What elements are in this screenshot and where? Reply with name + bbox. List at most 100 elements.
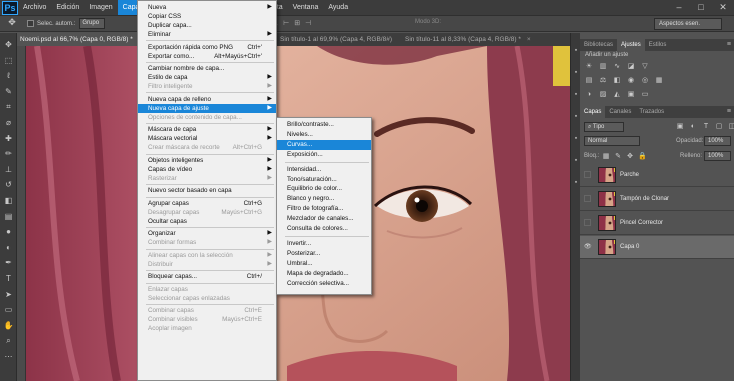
visibility-eye-icon[interactable] <box>584 195 591 202</box>
gradient-icon[interactable]: ▤ <box>3 211 14 222</box>
menu-item-organizar[interactable]: Organizar ▶ <box>138 229 276 238</box>
type-filter-icon[interactable]: T <box>702 123 710 131</box>
align-right-icon[interactable]: ⊣ <box>305 19 311 27</box>
move-tool-icon[interactable]: ✥ <box>3 17 21 30</box>
workspace-dropdown[interactable]: Aspectos esen. <box>654 18 722 30</box>
brightness-icon[interactable]: ☀ <box>585 63 593 71</box>
menu-item-bloquear-capas[interactable]: Bloquear capas... Ctrl+/ <box>138 272 276 281</box>
auto-select[interactable]: Selec. autom.: <box>27 20 75 27</box>
dodge-icon[interactable]: ◐ <box>3 242 14 253</box>
menu-item-copiar-css[interactable]: Copiar CSS <box>138 12 276 21</box>
adjustment-filter-icon[interactable]: ◐ <box>689 123 697 131</box>
paragraph-icon[interactable]: ▪ <box>572 135 580 143</box>
maximize-icon[interactable]: □ <box>690 0 712 15</box>
document-tab[interactable]: Sin título-11 al 8,33% (Capa 4, RGB/8) *… <box>402 33 552 46</box>
info-icon[interactable]: ▪ <box>572 91 580 99</box>
shape-icon[interactable]: ▭ <box>3 304 14 315</box>
align-center-icon[interactable]: ⊞ <box>294 19 300 27</box>
layer-row[interactable]: Tampón de Clonar <box>580 188 734 211</box>
layer-row[interactable]: Parche <box>580 164 734 187</box>
menu-item-eliminar[interactable]: Eliminar ▶ <box>138 30 276 39</box>
menu-item-nuevo-sector-basado-en-capa[interactable]: Nuevo sector basado en capa <box>138 186 276 195</box>
menu-item-exportar-como[interactable]: Exportar como... Alt+Mayús+Ctrl+' <box>138 52 276 61</box>
hand-icon[interactable]: ✋ <box>3 320 14 331</box>
move-icon[interactable]: ✥ <box>3 39 14 50</box>
menu-item-filtro-de-fotografia[interactable]: Filtro de fotografía... <box>277 204 371 214</box>
selective-color-icon[interactable]: ▣ <box>627 91 635 99</box>
menu-archivo[interactable]: Archivo <box>18 0 51 15</box>
layer-row[interactable]: 👁 Capa 0 <box>580 236 734 259</box>
menu-item-invertir[interactable]: Invertir... <box>277 239 371 249</box>
eyedropper-icon[interactable]: ⌀ <box>3 117 14 128</box>
menu-imagen[interactable]: Imagen <box>84 0 117 15</box>
blend-mode-dropdown[interactable]: Normal <box>584 136 640 146</box>
menu-item-blanco-y-negro[interactable]: Blanco y negro... <box>277 194 371 204</box>
panel-tab-capas[interactable]: Capas <box>580 106 606 118</box>
type-icon[interactable]: T <box>3 273 14 284</box>
menu-item-mascara-de-capa[interactable]: Máscara de capa ▶ <box>138 125 276 134</box>
lock-transparent-icon[interactable]: ▦ <box>602 153 610 161</box>
menu-item-mapa-de-degradado[interactable]: Mapa de degradado... <box>277 269 371 279</box>
panel-tab-canales[interactable]: Canales <box>605 106 635 118</box>
more-tools-icon[interactable]: ⋯ <box>3 351 14 362</box>
panel-menu-icon[interactable]: ≡ <box>727 106 734 118</box>
lasso-icon[interactable]: ℓ <box>3 70 14 81</box>
menu-item-mascara-vectorial[interactable]: Máscara vectorial ▶ <box>138 134 276 143</box>
menu-item-ocultar-capas[interactable]: Ocultar capas <box>138 217 276 226</box>
healing-icon[interactable]: ✚ <box>3 133 14 144</box>
channel-mixer-icon[interactable]: ◎ <box>641 77 649 85</box>
black-white-icon[interactable]: ◧ <box>613 77 621 85</box>
vibrance-icon[interactable]: ▽ <box>641 63 649 71</box>
menu-item-capas-de-video[interactable]: Capas de vídeo ▶ <box>138 165 276 174</box>
menu-item-exposicion[interactable]: Exposición... <box>277 150 371 160</box>
actions-icon[interactable]: ▪ <box>572 179 580 187</box>
pixel-filter-icon[interactable]: ▣ <box>676 123 684 131</box>
fill-field[interactable]: 100% <box>704 151 731 161</box>
close-tab-icon[interactable]: × <box>527 36 531 43</box>
group-dropdown[interactable]: Grupo <box>79 18 106 29</box>
menu-item-posterizar[interactable]: Posterizar... <box>277 249 371 259</box>
menu-item-nueva[interactable]: Nueva ▶ <box>138 3 276 12</box>
path-select-icon[interactable]: ➤ <box>3 289 14 300</box>
menu-item-nueva-capa-de-relleno[interactable]: Nueva capa de relleno ▶ <box>138 95 276 104</box>
brush-icon[interactable]: ✏ <box>3 148 14 159</box>
menu-item-niveles[interactable]: Niveles... <box>277 130 371 140</box>
panel-tab-bibliotecas[interactable]: Bibliotecas <box>580 39 617 51</box>
menu-item-nueva-capa-de-ajuste[interactable]: Nueva capa de ajuste ▶ <box>138 103 276 113</box>
menu-item-objetos-inteligentes[interactable]: Objetos inteligentes ▶ <box>138 156 276 165</box>
document-tab[interactable]: Sin título-1 al 69,9% (Capa 4, RGB/8#) *… <box>277 33 399 56</box>
auto-select-checkbox[interactable] <box>27 20 34 27</box>
history-brush-icon[interactable]: ↺ <box>3 179 14 190</box>
menu-ayuda[interactable]: Ayuda <box>323 0 353 15</box>
align-left-icon[interactable]: ⊢ <box>283 19 289 27</box>
pen-icon[interactable]: ✒ <box>3 257 14 268</box>
layer-row[interactable]: Pincel Corrector <box>580 212 734 235</box>
menu-item-curvas[interactable]: Curvas... <box>277 139 371 150</box>
eraser-icon[interactable]: ◧ <box>3 195 14 206</box>
posterize-icon[interactable]: ▨ <box>599 91 607 99</box>
clone-stamp-icon[interactable]: ⊥ <box>3 164 14 175</box>
properties-icon[interactable]: ▪ <box>572 69 580 77</box>
minimize-icon[interactable]: – <box>668 0 690 15</box>
levels-icon[interactable]: ▥ <box>599 63 607 71</box>
visibility-eye-icon[interactable] <box>584 171 591 178</box>
layer-filter-dropdown[interactable]: ⌕ Tipo <box>584 122 624 132</box>
lock-all-icon[interactable]: 🔒 <box>638 153 647 161</box>
character-icon[interactable]: ▪ <box>572 113 580 121</box>
lock-brush-icon[interactable]: ✎ <box>614 153 622 161</box>
blur-icon[interactable]: ● <box>3 226 14 237</box>
panel-tab-ajustes[interactable]: Ajustes <box>617 39 645 51</box>
panel-menu-icon[interactable]: ≡ <box>727 39 734 51</box>
menu-item-agrupar-capas[interactable]: Agrupar capas Ctrl+G <box>138 199 276 208</box>
menu-item-estilo-de-capa[interactable]: Estilo de capa ▶ <box>138 73 276 82</box>
menu-item-mezclador-de-canales[interactable]: Mezclador de canales... <box>277 214 371 224</box>
close-icon[interactable]: ✕ <box>712 0 734 15</box>
visibility-eye-icon[interactable]: 👁 <box>584 243 592 251</box>
menu-item-consulta-de-colores[interactable]: Consulta de colores... <box>277 224 371 234</box>
opacity-field[interactable]: 100% <box>704 136 731 146</box>
panel-tab-trazados[interactable]: Trazados <box>635 106 668 118</box>
menu-item-umbral[interactable]: Umbral... <box>277 259 371 269</box>
menu-item-tono-saturacion[interactable]: Tono/saturación... <box>277 175 371 185</box>
menu-item-brillo-contraste[interactable]: Brillo/contraste... <box>277 120 371 130</box>
menu-item-duplicar-capa[interactable]: Duplicar capa... <box>138 21 276 30</box>
